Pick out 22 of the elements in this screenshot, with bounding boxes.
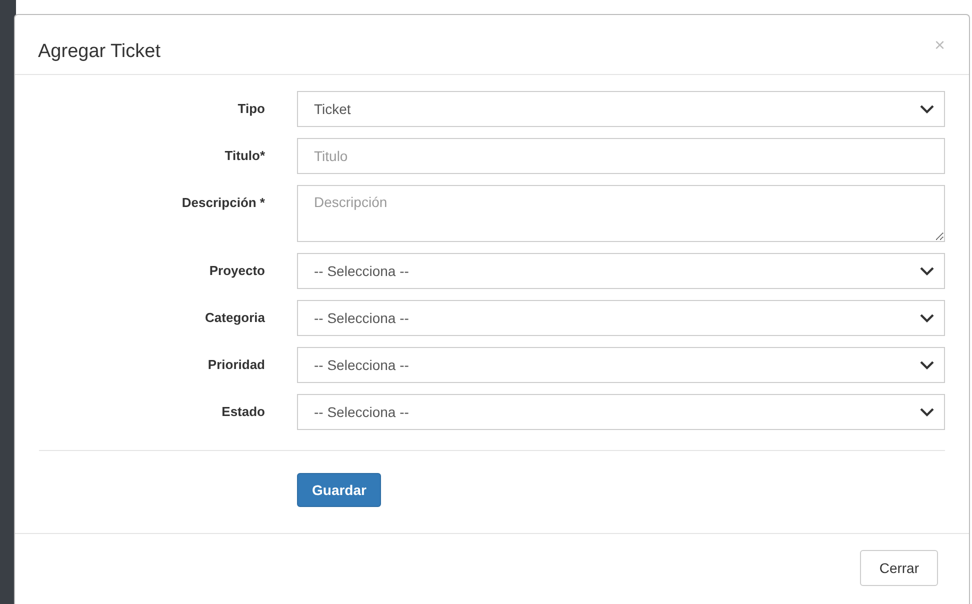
chevron-icon	[920, 314, 934, 322]
select-field[interactable]: Ticket	[297, 91, 945, 127]
text-field[interactable]: Titulo	[297, 138, 945, 174]
field-label: Estado	[220, 403, 265, 419]
field-label: Proyecto	[208, 262, 265, 278]
save-button[interactable]: Guardar	[297, 473, 382, 507]
select-field[interactable]: -- Selecciona --	[297, 394, 945, 430]
chevron-icon	[920, 408, 934, 416]
modal-title: Agregar Ticket	[38, 40, 160, 62]
text-area[interactable]: Descripción	[297, 185, 945, 242]
chevron-icon	[920, 104, 934, 114]
field-label: Prioridad	[206, 356, 265, 372]
select-field[interactable]: -- Selecciona --	[297, 300, 945, 336]
select-field[interactable]: -- Selecciona --	[297, 347, 945, 383]
chevron-icon	[920, 360, 934, 370]
close-footer-button[interactable]: Cerrar	[860, 550, 938, 586]
chevron-icon	[920, 266, 934, 276]
field-label: Categoria	[204, 309, 265, 325]
field-label: Titulo*	[224, 147, 265, 163]
field-label: Tipo	[236, 100, 265, 116]
select-field[interactable]: -- Selecciona --	[297, 253, 945, 289]
field-label: Descripción *	[180, 194, 265, 210]
